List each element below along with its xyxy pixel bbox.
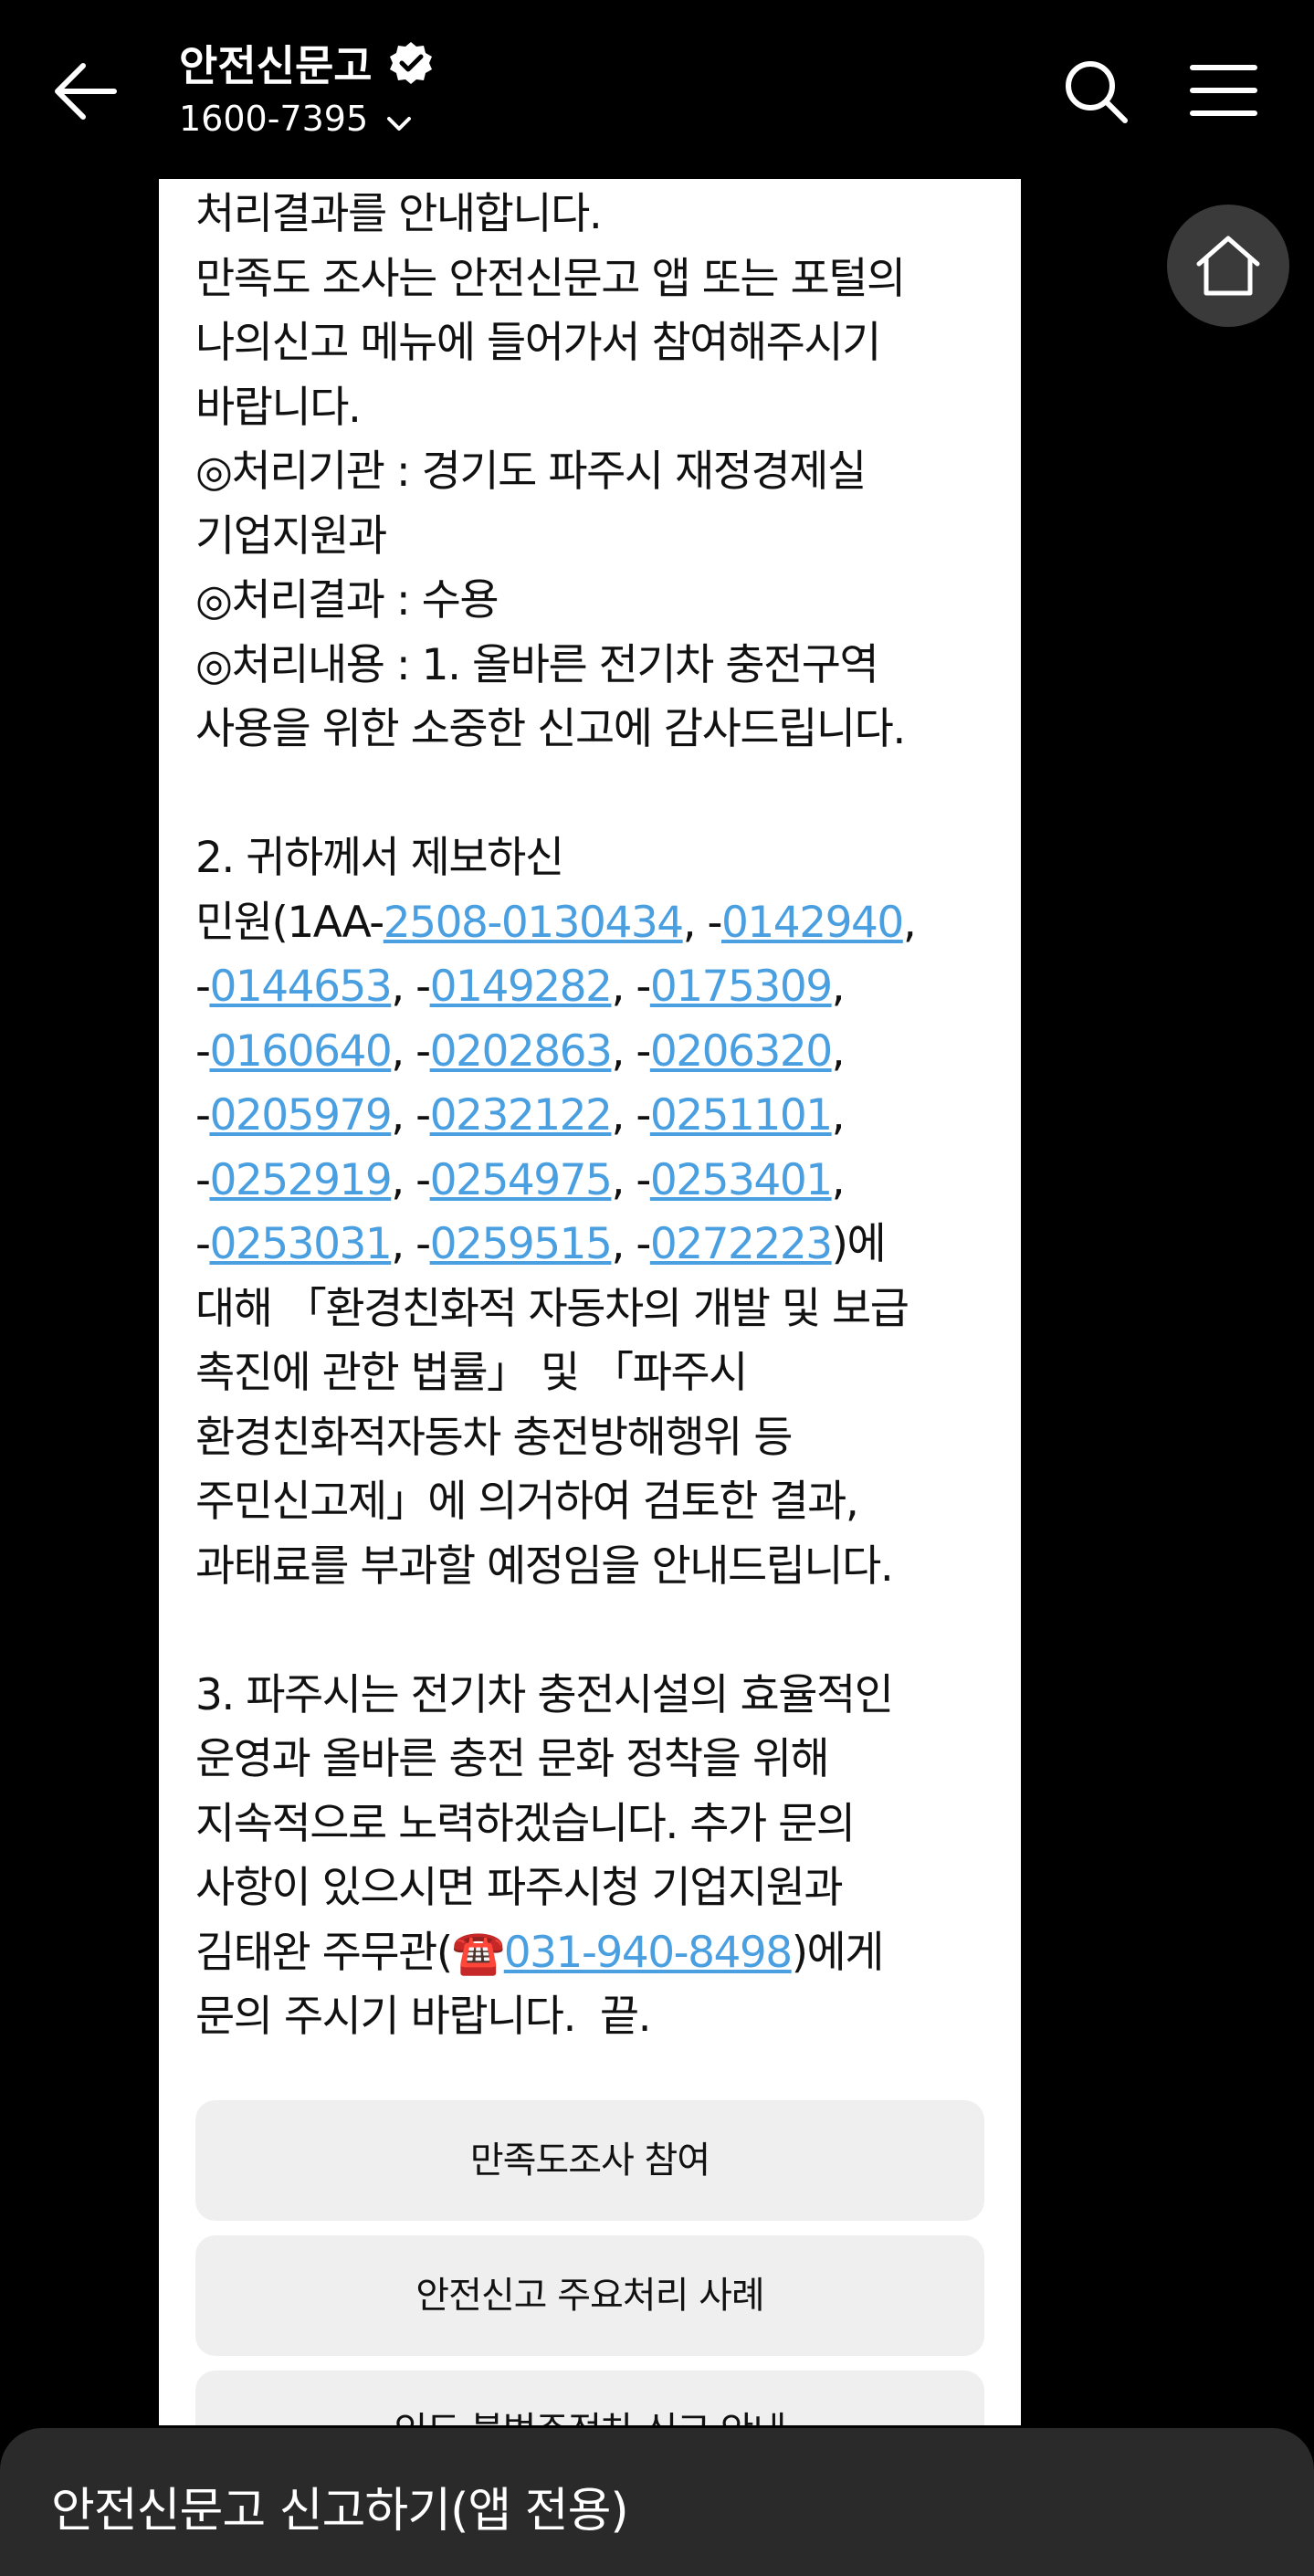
channel-phone-dropdown[interactable]: 1600-7395 xyxy=(179,99,412,142)
complaint-link[interactable]: 0206320 xyxy=(650,1026,833,1077)
home-button[interactable] xyxy=(1167,205,1289,327)
survey-button[interactable]: 만족도조사 참여 xyxy=(195,2100,984,2221)
message-line: 처리결과를 안내합니다. xyxy=(195,189,603,239)
sidewalk-parking-guide-button[interactable]: 인도 불법주정차 신고 안내 xyxy=(195,2371,984,2425)
message-line: 과태료를 부과할 예정임을 안내드립니다. xyxy=(195,1540,894,1592)
search-icon xyxy=(1066,61,1128,123)
verified-badge-icon xyxy=(388,40,434,86)
message-line: 촉진에 관한 법률」 및 「파주시 xyxy=(195,1348,748,1398)
report-bottom-bar-label: 안전신문고 신고하기(앱 전용) xyxy=(51,2484,629,2539)
complaint-link[interactable]: 0272223 xyxy=(650,1219,833,1269)
message-line: 주민신고제」에 의거하여 검토한 결과, xyxy=(195,1477,859,1527)
complaint-link[interactable]: 0142940 xyxy=(721,898,904,948)
message-line: 사항이 있으시면 파주시청 기업지원과 xyxy=(195,1863,844,1913)
message-line: 나의신고 메뉴에 들어가서 참여해주시기 xyxy=(195,318,881,368)
message-line: 지속적으로 노력하겠습니다. 추가 문의 xyxy=(195,1798,856,1849)
channel-phone-number: 1600-7395 xyxy=(179,99,369,139)
complaint-suffix: )에 xyxy=(831,1219,887,1269)
contact-prefix: 김태완 주무관( xyxy=(195,1927,453,1978)
complaint-link[interactable]: 0253031 xyxy=(209,1219,392,1269)
message-bubble: 처리결과를 안내합니다. 만족도 조사는 안전신문고 앱 또는 포털의 나의신고… xyxy=(159,179,1021,2425)
back-button[interactable] xyxy=(50,57,132,126)
message-line: 2. 귀하께서 제보하신 xyxy=(195,833,564,883)
complaint-link[interactable]: 0202863 xyxy=(430,1026,613,1077)
complaint-link[interactable]: 0251101 xyxy=(650,1090,833,1141)
message-line: 사용을 위한 소중한 신고에 감사드립니다. xyxy=(195,704,906,754)
complaint-link[interactable]: 0144653 xyxy=(209,962,392,1012)
complaint-link[interactable]: 0253401 xyxy=(650,1155,833,1205)
complaint-link[interactable]: 0254975 xyxy=(430,1155,613,1205)
complaint-link[interactable]: 0232122 xyxy=(430,1090,613,1141)
message-line: 환경친화적자동차 충전방해행위 등 xyxy=(195,1412,793,1463)
complaint-link[interactable]: 0149282 xyxy=(430,962,613,1012)
complaint-link[interactable]: 0175309 xyxy=(650,962,833,1012)
complaint-link[interactable]: 0259515 xyxy=(430,1219,613,1269)
message-line: ◎처리내용 : 1. 올바른 전기차 충전구역 xyxy=(195,639,879,690)
complaint-prefix: 민원(1AA- xyxy=(195,897,384,948)
message-line: 만족도 조사는 안전신문고 앱 또는 포털의 xyxy=(195,253,906,304)
home-icon xyxy=(1196,236,1260,296)
contact-phone-link[interactable]: 031-940-8498 xyxy=(504,1928,793,1978)
message-line: ◎처리결과 : 수용 xyxy=(195,575,499,626)
menu-button[interactable] xyxy=(1187,58,1260,122)
search-button[interactable] xyxy=(1059,55,1132,128)
message-line: 운영과 올바른 충전 문화 정착을 위해 xyxy=(195,1734,830,1784)
message-line: 기업지원과 xyxy=(195,510,387,562)
message-line: 3. 파주시는 전기차 충전시설의 효율적인 xyxy=(195,1669,894,1720)
channel-title-group: 안전신문고 xyxy=(179,33,434,93)
message-line: 바랍니다. xyxy=(195,382,362,433)
chevron-down-icon xyxy=(386,101,412,142)
complaint-link[interactable]: 0160640 xyxy=(209,1026,392,1077)
telephone-icon: ☎️ xyxy=(451,1927,506,1978)
message-closing: 문의 주시기 바랍니다. 끝. xyxy=(195,1992,652,2042)
complaint-link[interactable]: 2508-0130434 xyxy=(384,898,684,948)
contact-suffix: )에게 xyxy=(791,1927,885,1978)
message-line: ◎처리기관 : 경기도 파주시 재정경제실 xyxy=(195,447,867,497)
complaint-link[interactable]: 0252919 xyxy=(209,1155,392,1205)
message-body: 처리결과를 안내합니다. 만족도 조사는 안전신문고 앱 또는 포털의 나의신고… xyxy=(195,189,917,2042)
complaint-link[interactable]: 0205979 xyxy=(209,1090,392,1141)
report-bottom-bar[interactable]: 안전신문고 신고하기(앱 전용) xyxy=(0,2428,1314,2576)
channel-title: 안전신문고 xyxy=(179,41,373,90)
hamburger-menu-icon xyxy=(1190,65,1257,116)
message-line: 대해 「환경친화적 자동차의 개발 및 보급 xyxy=(195,1283,909,1334)
arrow-left-icon xyxy=(55,63,117,120)
top-app-bar: 안전신문고 1600-7395 xyxy=(0,0,1314,179)
major-cases-button[interactable]: 안전신고 주요처리 사례 xyxy=(195,2235,984,2356)
